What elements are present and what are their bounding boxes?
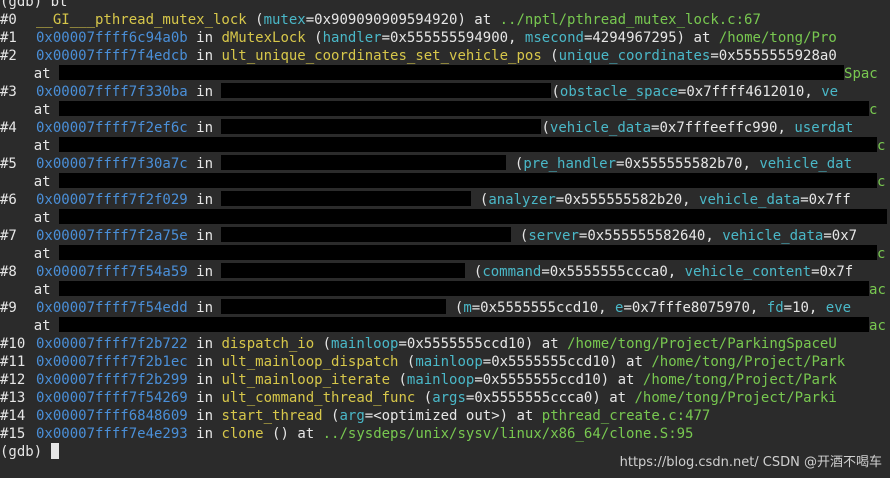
frame-10: #10 0x00007ffff7f2b722 in dispatch_io (ma… xyxy=(0,336,837,352)
redacted-block xyxy=(59,137,878,152)
redacted-block xyxy=(221,263,466,278)
frame-6-cont: at xyxy=(0,209,890,227)
frame-8-cont: at ac xyxy=(33,281,886,298)
redacted-block xyxy=(221,299,447,314)
redacted-block xyxy=(59,317,870,332)
frame-5: #5 0x00007ffff7f30a7c in (pre_handler=0x5… xyxy=(0,155,853,172)
redacted-block xyxy=(59,245,878,260)
frame-8: #8 0x00007ffff7f54a59 in (command=0x55555… xyxy=(0,263,854,280)
frame-12: #12 0x00007ffff7f2b299 in ult_mainloop_it… xyxy=(0,372,837,388)
frame-1: #1 0x00007ffff6c94a0b in dMutexLock (hand… xyxy=(0,30,837,46)
frame-5-cont: at c xyxy=(33,173,886,190)
frame-7-cont: at c xyxy=(33,245,886,262)
frame-2: #2 0x00007ffff7f4edcb in ult_unique_coord… xyxy=(0,48,837,64)
redacted-block xyxy=(221,83,552,98)
frame-9: #9 0x00007ffff7f54edd in (m=0x5555555ccd1… xyxy=(0,299,852,316)
redacted-block xyxy=(59,173,878,188)
redacted-block xyxy=(59,209,888,224)
frame-7: #7 0x00007ffff7f2a75e in (server=0x555555… xyxy=(0,227,858,244)
gdb-prompt: (gdb) xyxy=(0,444,43,460)
frame-11: #11 0x00007ffff7f2b1ec in ult_mainloop_di… xyxy=(0,354,846,370)
frame-13: #13 0x00007ffff7f54269 in ult_command_thr… xyxy=(0,390,837,406)
frame-4: #4 0x00007ffff7f2ef6c in (vehicle_data=0x… xyxy=(0,119,854,136)
terminal-output: (gdb) bt #0 __GI___pthread_mutex_lock (mu… xyxy=(0,0,890,461)
frame-14: #14 0x00007ffff6848609 in start_thread (a… xyxy=(0,408,711,424)
redacted-block xyxy=(59,65,845,80)
watermark: https://blog.csdn.net/ CSDN @开酒不喝车 xyxy=(619,455,882,470)
redacted-block xyxy=(221,119,542,134)
frame-6: #6 0x00007ffff7f2f029 in (analyzer=0x5555… xyxy=(0,191,851,208)
frame-0: #0 __GI___pthread_mutex_lock (mutex=0x909… xyxy=(0,12,761,28)
frame-4-cont: at c xyxy=(33,137,886,154)
redacted-block xyxy=(59,281,870,296)
text-cursor[interactable] xyxy=(50,443,59,459)
redacted-block xyxy=(221,191,472,206)
frame-3-cont: at c xyxy=(33,101,878,118)
redacted-block xyxy=(221,227,512,242)
frame-15: #15 0x00007ffff7e4e293 in clone () at ../… xyxy=(0,426,694,442)
redacted-block xyxy=(59,101,870,116)
frame-3: #3 0x00007ffff7f330ba in (obstacle_space=… xyxy=(0,83,839,100)
redacted-block xyxy=(221,155,507,170)
frame-2-cont: at Spac xyxy=(33,65,878,82)
gdb-command-line: (gdb) bt xyxy=(0,0,68,10)
frame-9-cont: at ac xyxy=(33,317,886,334)
